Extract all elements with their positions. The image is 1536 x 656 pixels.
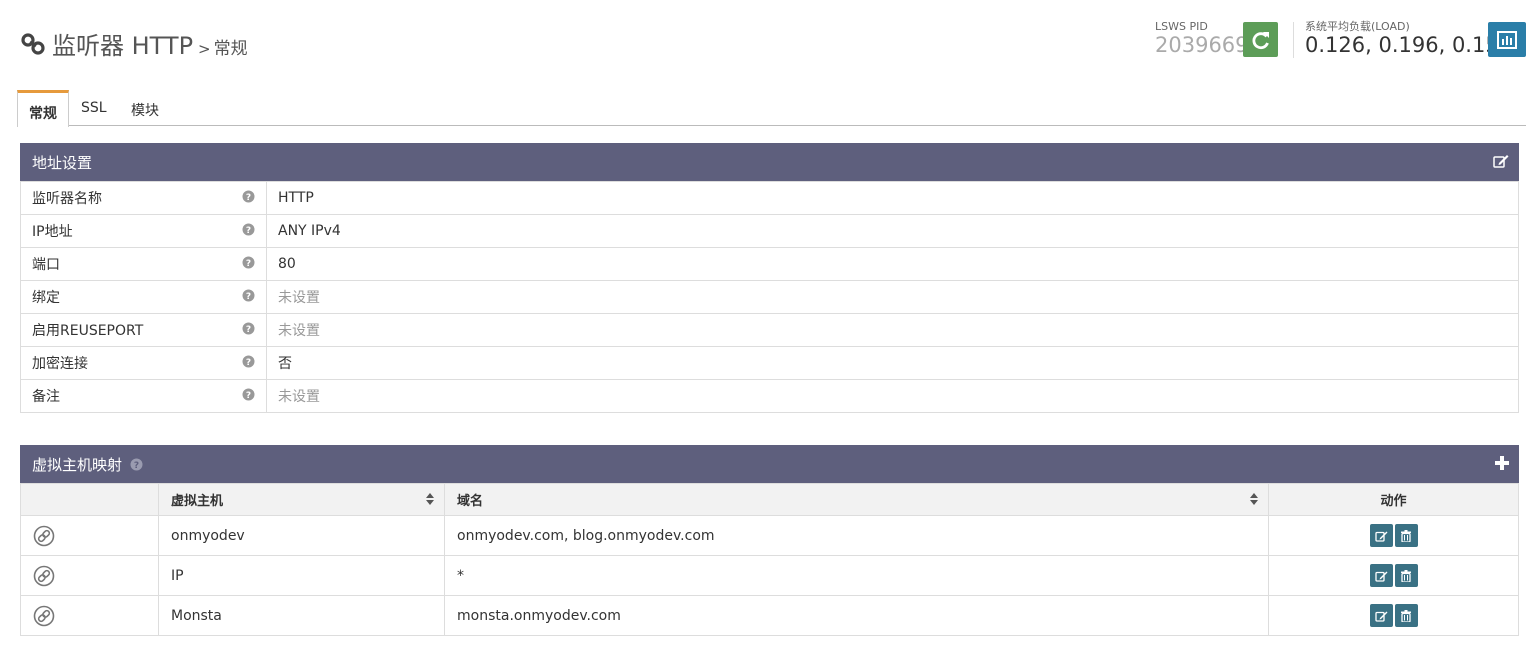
address-settings-header: 地址设置	[20, 143, 1519, 181]
setting-row: 备注? 未设置	[20, 379, 1519, 413]
help-icon[interactable]: ?	[130, 458, 143, 471]
setting-label: 备注	[20, 379, 232, 413]
setting-value: 80	[266, 247, 1519, 281]
listener-title: 监听器 HTTP	[52, 32, 194, 60]
setting-value: ANY IPv4	[266, 214, 1519, 248]
setting-value: 未设置	[266, 280, 1519, 314]
column-header-domains[interactable]: 域名	[444, 483, 1269, 516]
vhost-link-icon[interactable]	[33, 605, 55, 627]
sort-icon[interactable]	[426, 493, 434, 509]
svg-text:?: ?	[246, 358, 251, 368]
setting-row: 启用REUSEPORT? 未设置	[20, 313, 1519, 347]
title-separator: >	[198, 40, 211, 58]
svg-text:?: ?	[246, 259, 251, 269]
restart-button[interactable]	[1243, 22, 1278, 57]
setting-row: 加密连接? 否	[20, 346, 1519, 380]
address-settings-table: 监听器名称? HTTP IP地址? ANY IPv4 端口? 80 绑定? 未设置 启用REUS…	[20, 181, 1519, 413]
svg-text:?: ?	[246, 325, 251, 335]
vhost-domains: monsta.onmyodev.com	[444, 595, 1269, 636]
setting-label: IP地址	[20, 214, 232, 248]
svg-text:?: ?	[134, 461, 139, 471]
table-row: Monsta monsta.onmyodev.com	[20, 595, 1519, 636]
pid-block: LSWS PID 2039669	[1155, 20, 1249, 57]
setting-label: 加密连接	[20, 346, 232, 380]
setting-value: 未设置	[266, 379, 1519, 413]
actions-cell	[1268, 555, 1519, 596]
delete-mapping-button[interactable]	[1394, 604, 1418, 627]
setting-label: 绑定	[20, 280, 232, 314]
vhost-link-cell	[20, 555, 159, 596]
setting-row: 监听器名称? HTTP	[20, 181, 1519, 215]
vhost-link-cell	[20, 595, 159, 636]
vhost-link-icon[interactable]	[33, 525, 55, 547]
page-header: 监听器 HTTP > 常规 LSWS PID 2039669 系统平均负载(LO…	[0, 0, 1536, 90]
column-header-vhost-label: 虚拟主机	[171, 494, 224, 509]
header-divider	[1293, 22, 1294, 58]
vhost-name: onmyodev	[158, 515, 445, 556]
table-row: IP *	[20, 555, 1519, 596]
pid-label: LSWS PID	[1155, 20, 1208, 33]
edit-mapping-button[interactable]	[1369, 604, 1393, 627]
add-mapping-button[interactable]	[1495, 456, 1509, 474]
column-header-domains-label: 域名	[457, 494, 484, 509]
vhost-name: IP	[158, 555, 445, 596]
page-title: 监听器 HTTP > 常规	[20, 26, 248, 61]
setting-label: 端口	[20, 247, 232, 281]
real-time-stats-button[interactable]	[1488, 22, 1526, 57]
help-icon[interactable]: ?	[231, 214, 267, 248]
pid-value: 2039669	[1155, 33, 1249, 57]
delete-mapping-button[interactable]	[1394, 524, 1418, 547]
vhost-name: Monsta	[158, 595, 445, 636]
vhost-mappings-table: 虚拟主机 域名 动作 onmyodev onmyodev.com, blog.on…	[20, 483, 1519, 636]
setting-row: 绑定? 未设置	[20, 280, 1519, 314]
tab-general[interactable]: 常规	[17, 90, 69, 127]
actions-cell	[1268, 595, 1519, 636]
refresh-icon	[1252, 31, 1269, 49]
column-header-icon	[20, 483, 159, 516]
help-icon[interactable]: ?	[231, 280, 267, 314]
setting-value: 未设置	[266, 313, 1519, 347]
title-subsection: 常规	[213, 39, 248, 59]
load-value: 0.126, 0.196, 0.156	[1305, 33, 1513, 57]
help-icon[interactable]: ?	[231, 247, 267, 281]
vhost-mappings-header: 虚拟主机映射 ?	[20, 445, 1519, 483]
vhost-domains: onmyodev.com, blog.onmyodev.com	[444, 515, 1269, 556]
vhost-link-cell	[20, 515, 159, 556]
tab-ssl[interactable]: SSL	[81, 90, 107, 126]
column-header-vhost[interactable]: 虚拟主机	[158, 483, 445, 516]
help-icon[interactable]: ?	[231, 346, 267, 380]
help-icon[interactable]: ?	[231, 181, 267, 215]
setting-label: 启用REUSEPORT	[20, 313, 232, 347]
svg-text:?: ?	[246, 292, 251, 302]
setting-row: 端口? 80	[20, 247, 1519, 281]
load-block: 系统平均负载(LOAD) 0.126, 0.196, 0.156	[1305, 20, 1512, 57]
link-icon	[21, 32, 45, 55]
setting-value: HTTP	[266, 181, 1519, 215]
address-settings-title: 地址设置	[32, 153, 93, 172]
edit-icon[interactable]	[1493, 154, 1509, 172]
setting-row: IP地址? ANY IPv4	[20, 214, 1519, 248]
column-header-actions: 动作	[1268, 483, 1519, 516]
help-icon[interactable]: ?	[231, 313, 267, 347]
vhost-link-icon[interactable]	[33, 565, 55, 587]
svg-text:?: ?	[246, 226, 251, 236]
tab-modules[interactable]: 模块	[131, 90, 159, 126]
actions-cell	[1268, 515, 1519, 556]
setting-value: 否	[266, 346, 1519, 380]
bar-chart-icon	[1497, 30, 1517, 49]
edit-mapping-button[interactable]	[1369, 524, 1393, 547]
tab-bar: 常规 SSL 模块	[17, 90, 1526, 127]
edit-mapping-button[interactable]	[1369, 564, 1393, 587]
delete-mapping-button[interactable]	[1394, 564, 1418, 587]
sort-icon[interactable]	[1250, 493, 1258, 509]
svg-text:?: ?	[246, 391, 251, 401]
load-label: 系统平均负载(LOAD)	[1305, 20, 1410, 33]
help-icon[interactable]: ?	[231, 379, 267, 413]
setting-label: 监听器名称	[20, 181, 232, 215]
vhost-mappings-title: 虚拟主机映射	[32, 455, 123, 474]
vhost-domains: *	[444, 555, 1269, 596]
svg-text:?: ?	[246, 193, 251, 203]
table-row: onmyodev onmyodev.com, blog.onmyodev.com	[20, 515, 1519, 556]
